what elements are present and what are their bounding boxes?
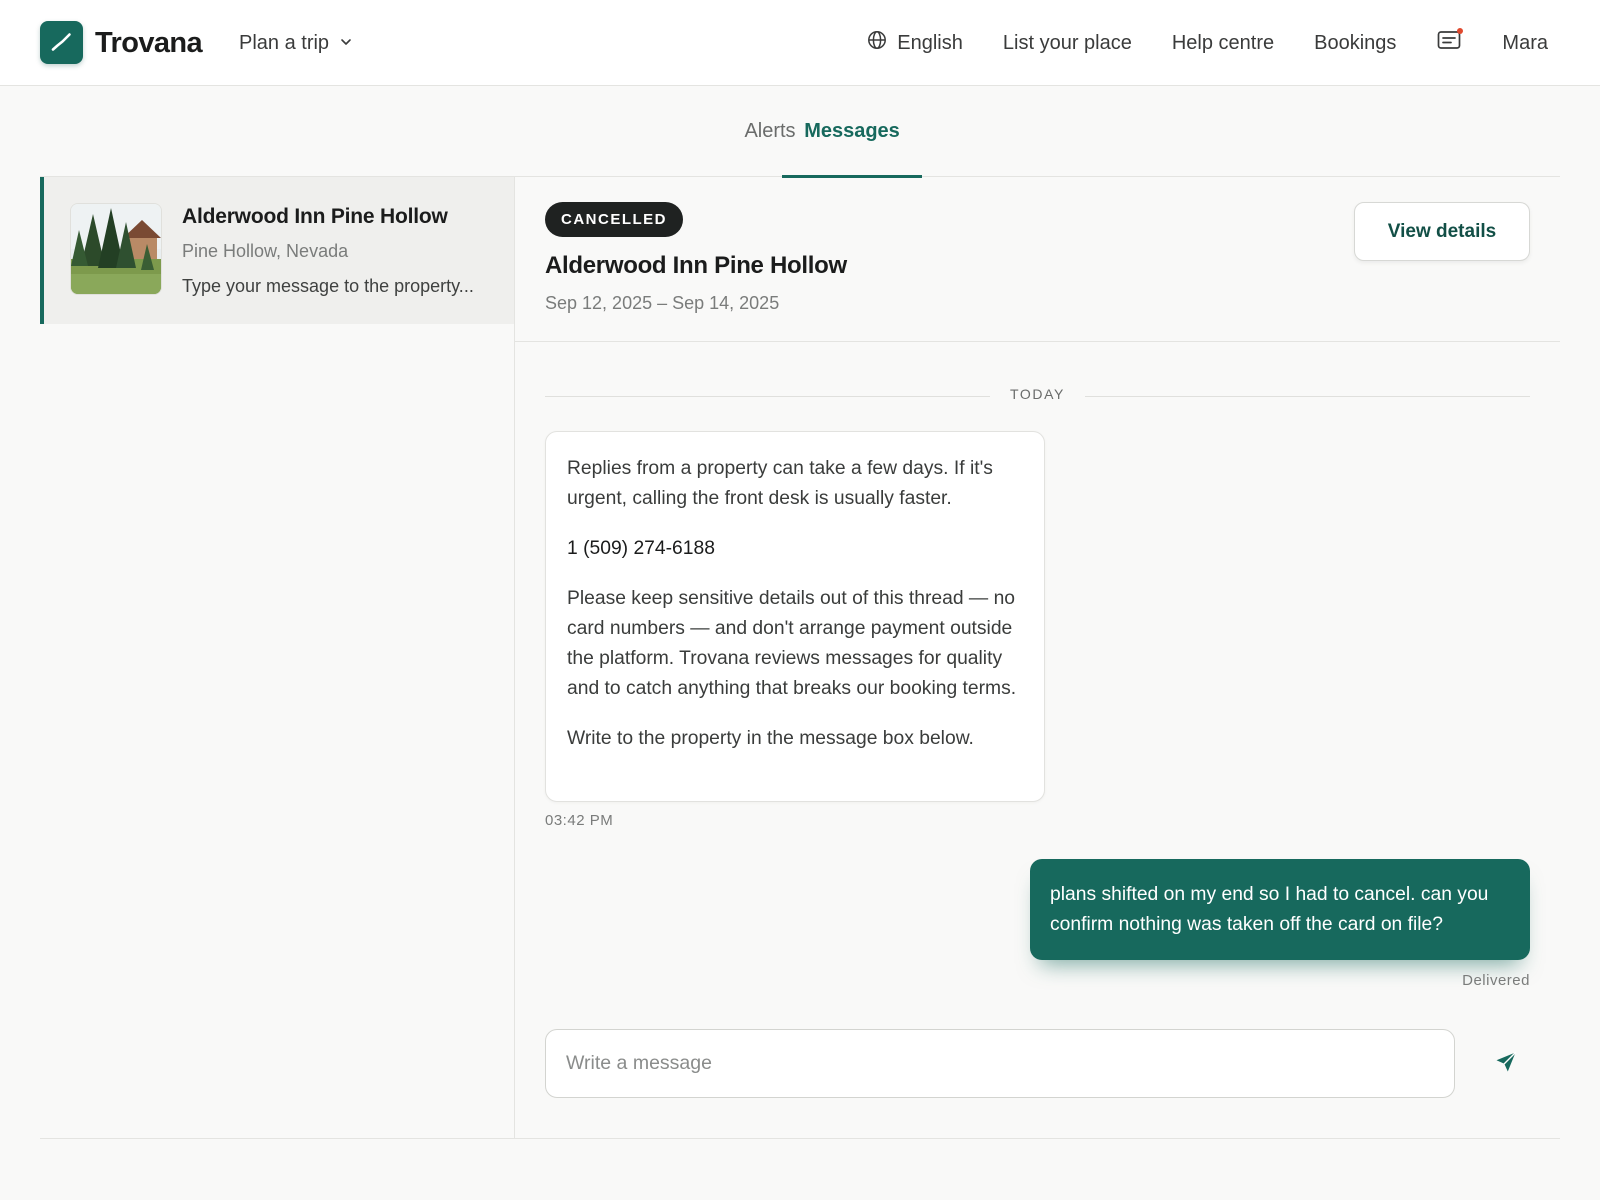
thread-title: Alderwood Inn Pine Hollow	[545, 252, 847, 279]
logo-icon[interactable]	[40, 21, 83, 64]
divider-line	[1085, 396, 1530, 397]
conversation-item[interactable]: Alderwood Inn Pine Hollow Pine Hollow, N…	[40, 177, 514, 324]
divider-line	[545, 396, 990, 397]
day-label: TODAY	[1010, 386, 1065, 402]
brand-name[interactable]: Trovana	[95, 25, 203, 61]
view-details-button[interactable]: View details	[1354, 202, 1530, 261]
property-phone-number[interactable]: 1 (509) 274-6188	[567, 534, 1024, 564]
conversation-location: Pine Hollow, Nevada	[182, 241, 349, 261]
plan-trip-menu[interactable]: Plan a trip	[239, 30, 353, 56]
notification-dot	[1457, 28, 1464, 34]
help-centre-link[interactable]: Help centre	[1172, 32, 1274, 55]
send-icon	[1494, 1050, 1518, 1079]
inbox-tabs: Alerts Messages	[40, 86, 1560, 178]
conversation-preview: Type your message to the property...	[182, 276, 474, 296]
message-input[interactable]	[545, 1029, 1455, 1098]
list-your-place-link[interactable]: List your place	[1003, 32, 1132, 55]
inbox-button[interactable]	[1436, 28, 1464, 56]
plan-trip-label: Plan a trip	[239, 31, 330, 54]
system-message-bubble: Replies from a property can take a few d…	[545, 431, 1045, 802]
system-message-text: Replies from a property can take a few d…	[567, 458, 993, 509]
message-thread: CANCELLED Alderwood Inn Pine Hollow Sep …	[515, 177, 1560, 1139]
user-menu[interactable]: Mara	[1502, 32, 1548, 55]
language-selector[interactable]: English	[867, 30, 963, 56]
system-message-text: Please keep sensitive details out of thi…	[567, 588, 1017, 699]
header-nav: English List your place Help centre Book…	[867, 28, 1548, 58]
bookings-link[interactable]: Bookings	[1314, 32, 1396, 55]
system-message-text: Write to the property in the message box…	[567, 728, 974, 749]
user-message-bubble: plans shifted on my end so I had to canc…	[1030, 859, 1530, 960]
status-badge: CANCELLED	[545, 202, 683, 237]
day-divider: TODAY	[545, 386, 1530, 406]
language-label: English	[897, 31, 963, 54]
send-button[interactable]	[1485, 1043, 1527, 1085]
message-icon	[1437, 30, 1461, 56]
booking-dates: Sep 12, 2025 – Sep 14, 2025	[545, 293, 780, 313]
message-timestamp: 03:42 PM	[545, 812, 614, 829]
conversation-title: Alderwood Inn Pine Hollow	[182, 205, 448, 228]
delivery-status: Delivered	[1462, 972, 1530, 989]
tab-messages[interactable]: Messages	[782, 86, 922, 178]
top-navigation-bar: Trovana Plan a trip English List your pl…	[0, 0, 1600, 86]
chevron-down-icon	[339, 32, 353, 55]
thread-header: CANCELLED Alderwood Inn Pine Hollow Sep …	[515, 177, 1560, 342]
footer-divider	[40, 1138, 1560, 1139]
property-thumbnail	[70, 203, 162, 295]
conversation-list: Alderwood Inn Pine Hollow Pine Hollow, N…	[40, 177, 515, 1139]
globe-icon	[867, 30, 887, 56]
